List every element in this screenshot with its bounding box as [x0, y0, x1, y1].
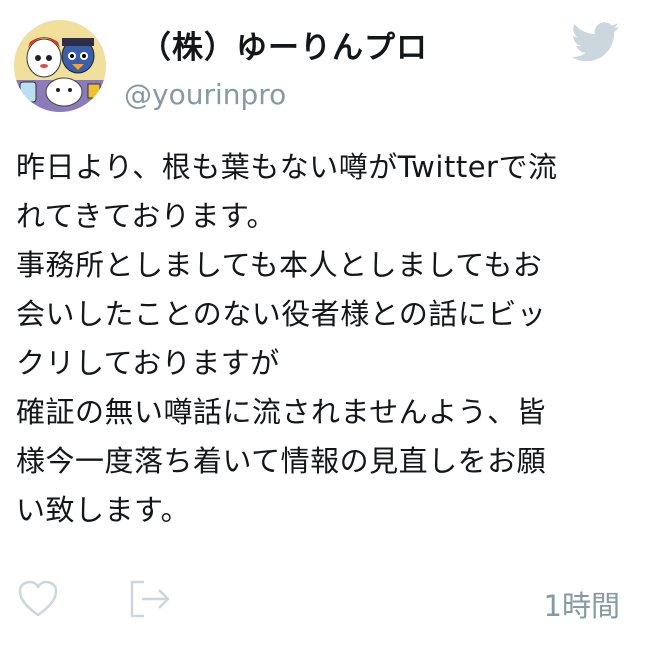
tweet-card: （株）ゆーりんプロ @yourinpro 昨日より、根も葉もない噂がTwitte… [0, 0, 654, 662]
tweet-text: 昨日より、根も葉もない噂がTwitterで流 れてきております。 事務所としまし… [16, 150, 558, 527]
avatar-illustration [14, 20, 106, 112]
heart-icon[interactable] [18, 580, 58, 618]
twitter-bird-icon[interactable] [571, 22, 620, 62]
tweet-timestamp[interactable]: 1時間 [544, 583, 620, 625]
share-icon[interactable] [126, 578, 172, 620]
account-handle[interactable]: @yourinpro [124, 78, 286, 111]
avatar[interactable] [14, 20, 106, 112]
display-name[interactable]: （株）ゆーりんプロ [140, 22, 428, 67]
